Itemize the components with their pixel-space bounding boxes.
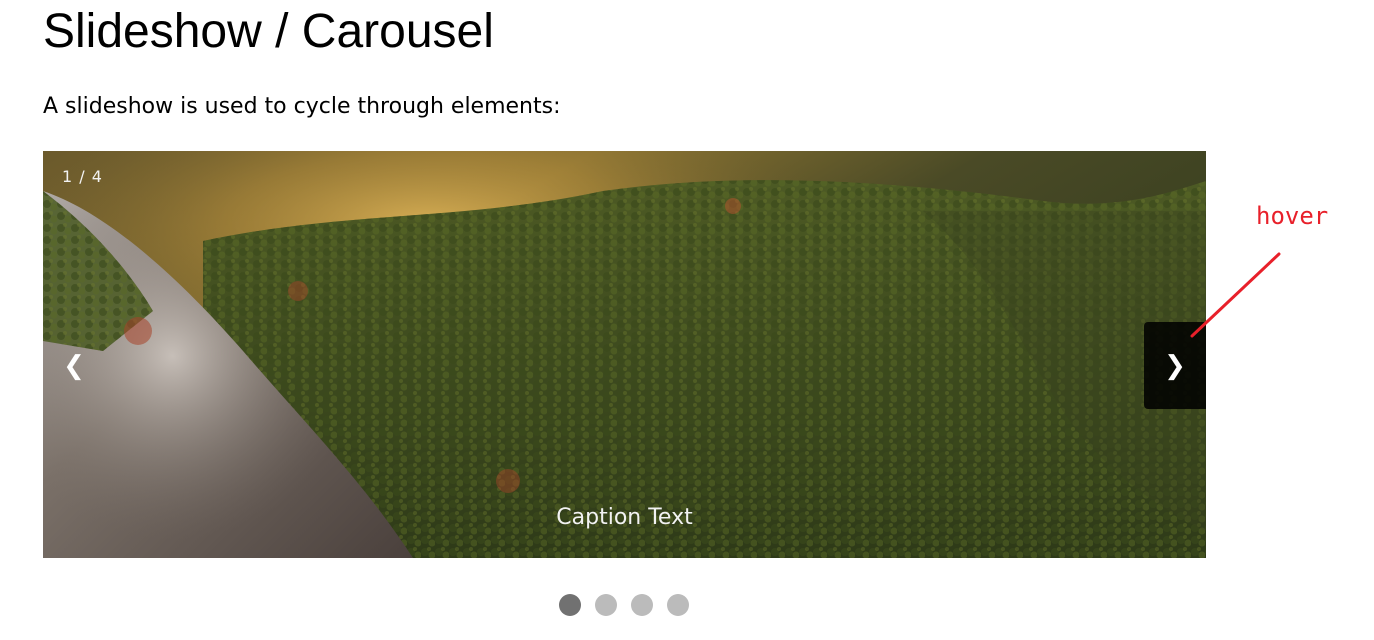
slide-dot-2[interactable] (595, 594, 617, 616)
intro-text: A slideshow is used to cycle through ele… (43, 94, 561, 119)
hover-annotation-label: hover (1256, 202, 1329, 230)
prev-slide-button[interactable]: ❮ (43, 322, 105, 409)
chevron-left-icon: ❮ (63, 350, 85, 381)
slide-dot-1[interactable] (559, 594, 581, 616)
slide-image (43, 151, 1206, 558)
slideshow-container: 1 / 4 ❮ ❯ Caption Text (43, 151, 1206, 558)
next-slide-button[interactable]: ❯ (1144, 322, 1206, 409)
slide-dots (559, 594, 689, 616)
slide-dot-3[interactable] (631, 594, 653, 616)
slide-dot-4[interactable] (667, 594, 689, 616)
slide-counter: 1 / 4 (62, 167, 103, 186)
chevron-right-icon: ❯ (1164, 350, 1186, 381)
slide-caption: Caption Text (556, 505, 693, 530)
page-title: Slideshow / Carousel (43, 5, 494, 58)
